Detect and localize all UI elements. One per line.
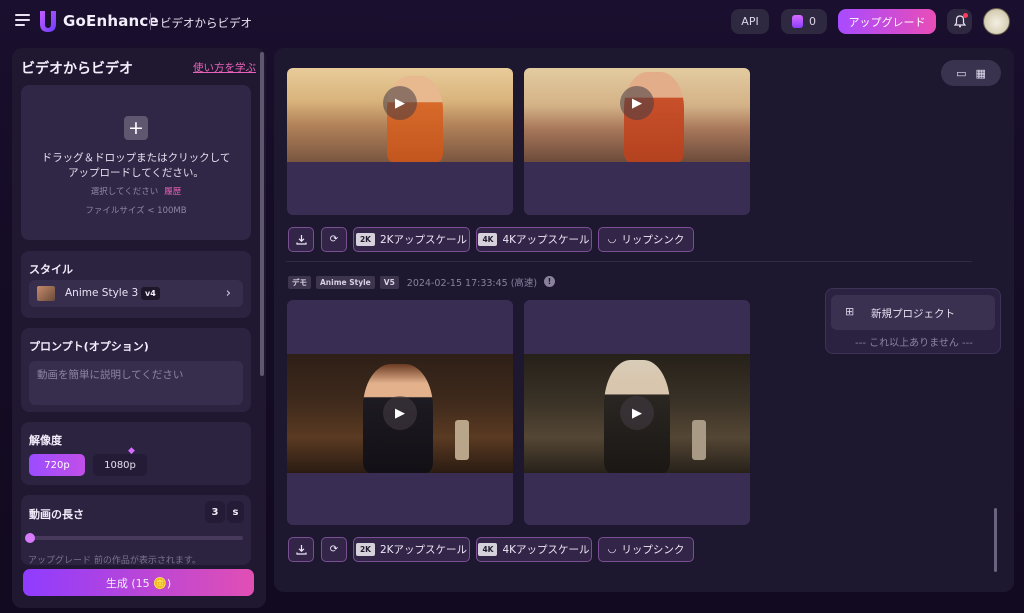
style-label: スタイル <box>29 263 73 276</box>
upscale-4k-button[interactable]: 4K 4Kアップスケール <box>476 227 592 252</box>
2k-badge-icon: 2K <box>355 233 375 246</box>
upscale-4k-label: 4Kアップスケール <box>502 234 590 246</box>
prompt-section: プロンプト(オプション) <box>21 328 251 412</box>
brand-name[interactable]: GoEnhance <box>63 12 159 30</box>
upscale-2k-button[interactable]: 2K 2Kアップスケール <box>353 227 470 252</box>
2k-badge-icon: 2K <box>355 543 375 556</box>
result-video-generated-2[interactable]: ▶ <box>524 300 750 525</box>
lipsync-label: リップシンク <box>621 544 685 556</box>
prompt-label: プロンプト(オプション) <box>29 340 149 353</box>
new-project-icon: ⊞ <box>845 305 855 318</box>
refresh-icon: ⟳ <box>329 234 339 245</box>
upload-instruction-line1: ドラッグ＆ドロップまたはクリックして <box>41 152 231 164</box>
duration-slider[interactable] <box>25 533 243 543</box>
regenerate-button[interactable]: ⟳ <box>321 227 347 252</box>
sidebar-scrollbar[interactable] <box>260 52 264 376</box>
lipsync-button[interactable]: ◡ リップシンク <box>598 537 694 562</box>
info-icon[interactable]: ! <box>544 276 555 287</box>
style-section: スタイル Anime Style 3 v4 › <box>21 251 251 318</box>
result-video-original-2[interactable]: ▶ <box>287 300 513 525</box>
lipsync-label: リップシンク <box>621 234 685 246</box>
version-tag: V5 <box>379 275 399 289</box>
goenhance-logo-icon <box>40 11 56 32</box>
download-icon <box>295 545 307 555</box>
style-thumbnail <box>37 286 55 301</box>
demo-tag: デモ <box>288 275 311 289</box>
style-name: Anime Style 3 <box>65 287 139 299</box>
duration-label: 動画の長さ <box>29 508 84 521</box>
download-icon <box>295 235 307 245</box>
play-icon[interactable]: ▶ <box>383 86 417 120</box>
style-selector[interactable]: Anime Style 3 v4 › <box>29 280 243 307</box>
upscale-2k-button[interactable]: 2K 2Kアップスケール <box>353 537 470 562</box>
play-icon[interactable]: ▶ <box>620 86 654 120</box>
video-upload-dropzone[interactable]: + ドラッグ＆ドロップまたはクリックして アップロードしてください。 選択してく… <box>21 85 251 240</box>
result-divider <box>286 261 972 262</box>
regenerate-button[interactable]: ⟳ <box>321 537 347 562</box>
result-video-original-1[interactable]: ▶ <box>287 68 513 215</box>
page-title: ビデオからビデオ <box>160 16 252 30</box>
panel-title: ビデオからビデオ <box>21 61 133 77</box>
style-tag: Anime Style <box>316 275 375 289</box>
upscale-2k-label: 2Kアップスケール <box>379 234 468 246</box>
style-version-badge: v4 <box>141 287 160 300</box>
lips-icon: ◡ <box>607 544 617 555</box>
file-size-limit: ファイルサイズ < 100MB <box>85 206 187 216</box>
upscale-4k-button[interactable]: 4K 4Kアップスケール <box>476 537 592 562</box>
upgrade-hint-text: アップグレード 前の作品が表示されます。 <box>28 556 201 566</box>
api-button[interactable]: API <box>731 9 769 34</box>
prompt-input[interactable] <box>29 361 243 405</box>
upgrade-button[interactable]: アップグレード <box>838 9 936 34</box>
chevron-right-icon: › <box>225 286 231 301</box>
resolution-720p-button[interactable]: 720p <box>29 454 85 476</box>
result-timestamp: 2024-02-15 17:33:45 (高速) <box>406 278 538 289</box>
learn-how-link[interactable]: 使い方を学ぶ <box>193 60 256 75</box>
notification-button[interactable] <box>947 9 972 34</box>
hamburger-menu-icon[interactable] <box>15 13 30 27</box>
single-view-icon[interactable]: ▭ <box>956 67 966 80</box>
4k-badge-icon: 4K <box>478 233 498 246</box>
grid-view-icon[interactable]: ▦ <box>976 67 986 80</box>
generation-settings-panel: ビデオからビデオ 使い方を学ぶ + ドラッグ＆ドロップまたはクリックして アップ… <box>12 48 266 608</box>
results-scrollbar[interactable] <box>994 508 997 572</box>
top-bar: GoEnhance ビデオからビデオ API 0 アップグレード <box>0 0 1024 44</box>
duration-slider-handle[interactable] <box>25 533 35 543</box>
upload-instruction-line2: アップロードしてください。 <box>68 167 204 179</box>
4k-badge-icon: 4K <box>478 543 498 556</box>
new-project-item[interactable]: ⊞ 新規プロジェクト <box>831 295 995 330</box>
result-meta-row: デモ Anime Style V5 2024-02-15 17:33:45 (高… <box>288 275 537 289</box>
play-icon[interactable]: ▶ <box>383 396 417 430</box>
duration-value[interactable]: 3 <box>205 501 225 523</box>
duration-unit: s <box>227 501 244 523</box>
credit-coin-icon <box>792 15 803 28</box>
history-link[interactable]: 履歴 <box>164 187 181 197</box>
download-button[interactable] <box>288 227 314 252</box>
user-avatar[interactable] <box>983 8 1010 35</box>
view-mode-toggle[interactable]: ▭ ▦ <box>941 60 1001 86</box>
credit-count: 0 <box>809 15 816 28</box>
upscale-2k-label: 2Kアップスケール <box>379 544 468 556</box>
resolution-1080p-button[interactable]: 1080p <box>93 454 147 476</box>
header-divider <box>150 13 151 30</box>
credits-button[interactable]: 0 <box>781 9 827 34</box>
results-panel: ▭ ▦ ▶ ▶ ⟳ 2K 2Kアップスケール 4K 4Kアップスケール ◡ リッ… <box>274 48 1014 592</box>
select-hint: 選択してください <box>90 187 159 197</box>
project-popup: ⊞ 新規プロジェクト --- これ以上ありません --- <box>825 288 1001 354</box>
resolution-label: 解像度 <box>29 434 62 447</box>
plus-icon[interactable]: + <box>124 116 148 140</box>
upscale-4k-label: 4Kアップスケール <box>502 544 590 556</box>
generate-button[interactable]: 生成 (15 🪙) <box>23 569 254 596</box>
lipsync-button[interactable]: ◡ リップシンク <box>598 227 694 252</box>
result-video-generated-1[interactable]: ▶ <box>524 68 750 215</box>
lips-icon: ◡ <box>607 234 617 245</box>
new-project-label: 新規プロジェクト <box>871 308 955 320</box>
upload-select-row: 選択してください 履歴 <box>21 185 251 197</box>
notification-dot <box>963 13 968 18</box>
play-icon[interactable]: ▶ <box>620 396 654 430</box>
no-more-items-text: --- これ以上ありません --- <box>855 338 973 349</box>
resolution-section: 解像度 720p 1080p ◆ <box>21 422 251 485</box>
download-button[interactable] <box>288 537 314 562</box>
refresh-icon: ⟳ <box>329 544 339 555</box>
premium-gem-icon: ◆ <box>128 446 135 456</box>
